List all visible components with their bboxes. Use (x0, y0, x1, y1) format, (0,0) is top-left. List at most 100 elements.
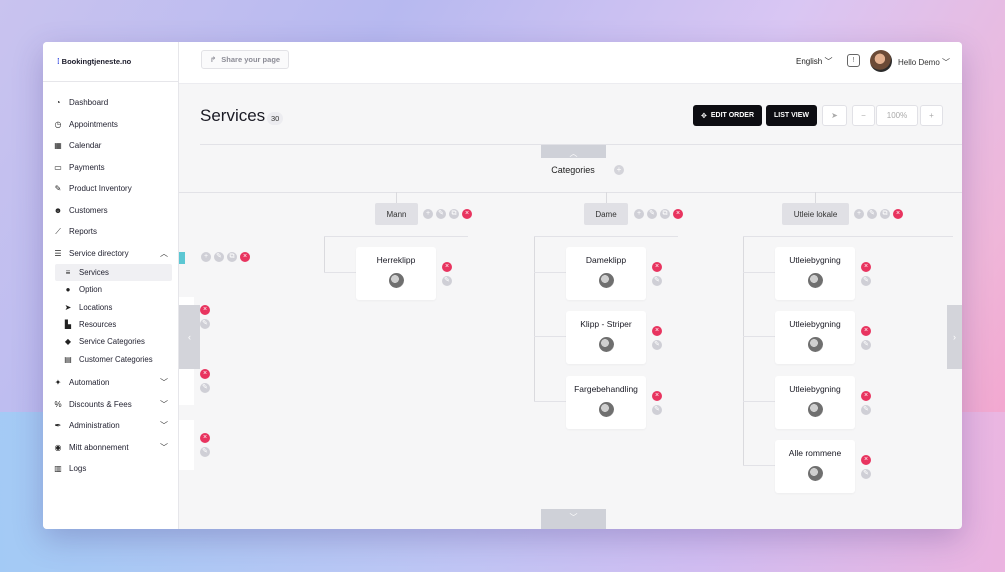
copy-icon[interactable]: ⧉ (449, 209, 459, 219)
delete-icon[interactable]: × (200, 305, 210, 315)
delete-icon[interactable]: × (652, 391, 662, 401)
sidebar-item-calendar[interactable]: ▦ Calendar (43, 135, 178, 157)
service-actions: × ✎ (861, 262, 871, 286)
add-category-icon[interactable]: + (614, 165, 624, 175)
sidebar-item-label: Customer Categories (79, 354, 153, 364)
service-card[interactable]: Dameklipp (566, 247, 646, 300)
service-thumbnail (598, 337, 614, 352)
sidebar-item-resources[interactable]: ▙ Resources (55, 316, 178, 333)
edit-order-button[interactable]: ✥ EDIT ORDER (693, 105, 762, 126)
list-view-button[interactable]: LIST VIEW (766, 105, 817, 126)
add-icon[interactable]: + (423, 209, 433, 219)
zoom-out-button[interactable]: − (852, 105, 875, 126)
scroll-right-button[interactable]: › (947, 305, 962, 369)
add-icon[interactable]: + (634, 209, 644, 219)
edit-icon[interactable]: ✎ (652, 405, 662, 415)
service-card[interactable]: Utleiebygning (775, 311, 855, 364)
service-card[interactable]: Fargebehandling (566, 376, 646, 429)
share-page-button[interactable]: ↱ Share your page (201, 50, 290, 69)
edit-icon[interactable]: ✎ (436, 209, 446, 219)
edit-icon[interactable]: ✎ (214, 252, 224, 262)
sidebar-item-reports[interactable]: ⟋ Reports (43, 221, 178, 243)
connector (743, 272, 775, 273)
copy-icon[interactable]: ⧉ (660, 209, 670, 219)
sidebar-item-service-directory[interactable]: ☰ Service directory ︿ (43, 243, 178, 265)
edit-icon[interactable]: ✎ (200, 383, 210, 393)
edit-icon[interactable]: ✎ (200, 319, 210, 329)
sidebar-item-logs[interactable]: ▥ Logs (43, 458, 178, 480)
collapse-down-button[interactable]: ﹀ (541, 509, 606, 529)
copy-icon[interactable]: ⧉ (227, 252, 237, 262)
zoom-level: 100% (876, 105, 918, 126)
delete-icon[interactable]: × (200, 433, 210, 443)
notification-icon[interactable]: ! (847, 54, 860, 67)
sidebar-item-discounts-fees[interactable]: % Discounts & Fees ﹀ (43, 393, 178, 415)
page-title: Services (200, 106, 266, 125)
delete-icon[interactable]: × (861, 455, 871, 465)
service-name: Klipp - Striper (580, 319, 632, 329)
service-thumbnail (598, 273, 614, 288)
sidebar-item-product-inventory[interactable]: ✎ Product Inventory (43, 178, 178, 200)
delete-icon[interactable]: × (240, 252, 250, 262)
sidebar-item-payments[interactable]: ▭ Payments (43, 157, 178, 179)
edit-icon[interactable]: ✎ (867, 209, 877, 219)
delete-icon[interactable]: × (652, 262, 662, 272)
sidebar-item-appointments[interactable]: ◷ Appointments (43, 114, 178, 136)
avatar[interactable] (870, 50, 892, 72)
user-menu[interactable]: Hello Demo ﹀ (898, 57, 950, 68)
partial-category-node[interactable] (179, 252, 185, 264)
sidebar-item-locations[interactable]: ➤ Locations (55, 299, 178, 316)
sidebar-item-services[interactable]: ≡ Services (55, 264, 172, 282)
delete-icon[interactable]: × (861, 391, 871, 401)
delete-icon[interactable]: × (893, 209, 903, 219)
delete-icon[interactable]: × (652, 326, 662, 336)
partial-service-card[interactable] (179, 420, 194, 470)
logo[interactable]: ⁞ Bookingtjeneste.no (43, 42, 178, 82)
tools-icon: ✎ (54, 184, 62, 194)
delete-icon[interactable]: × (200, 369, 210, 379)
add-icon[interactable]: + (201, 252, 211, 262)
language-select[interactable]: English ﹀ (796, 56, 832, 67)
edit-icon[interactable]: ✎ (861, 405, 871, 415)
edit-icon[interactable]: ✎ (442, 276, 452, 286)
sidebar-item-service-categories[interactable]: ◆ Service Categories (55, 333, 178, 350)
chevron-up-icon: ︿ (160, 248, 168, 258)
sidebar-item-option[interactable]: ● Option (55, 281, 178, 298)
service-card[interactable]: Klipp - Striper (566, 311, 646, 364)
delete-icon[interactable]: × (861, 262, 871, 272)
edit-icon[interactable]: ✎ (861, 276, 871, 286)
sidebar-item-mitt-abonnement[interactable]: ◉ Mitt abonnement ﹀ (43, 436, 178, 458)
add-icon[interactable]: + (854, 209, 864, 219)
edit-icon[interactable]: ✎ (647, 209, 657, 219)
delete-icon[interactable]: × (673, 209, 683, 219)
partial-service-card[interactable] (179, 365, 194, 405)
service-card[interactable]: Utleiebygning (775, 247, 855, 300)
sidebar-item-customer-categories[interactable]: ▤ Customer Categories (55, 350, 178, 367)
copy-icon[interactable]: ⧉ (880, 209, 890, 219)
service-name: Dameklipp (585, 255, 627, 265)
delete-icon[interactable]: × (442, 262, 452, 272)
topbar: ↱ Share your page English ﹀ ! Hello Demo… (179, 42, 962, 84)
service-card[interactable]: Herreklipp (356, 247, 436, 300)
sidebar-item-administration[interactable]: ✒ Administration ﹀ (43, 415, 178, 437)
service-card[interactable]: Utleiebygning (775, 376, 855, 429)
edit-icon[interactable]: ✎ (652, 276, 662, 286)
delete-icon[interactable]: × (861, 326, 871, 336)
gauge-icon: ◔ (55, 98, 61, 108)
clock-icon: ◷ (54, 119, 62, 129)
edit-icon[interactable]: ✎ (861, 469, 871, 479)
edit-icon[interactable]: ✎ (200, 447, 210, 457)
sidebar-item-automation[interactable]: ✦ Automation ﹀ (43, 372, 178, 394)
edit-icon[interactable]: ✎ (652, 340, 662, 350)
delete-icon[interactable]: × (462, 209, 472, 219)
sidebar-item-customers[interactable]: ☻ Customers (43, 200, 178, 222)
category-node-mann[interactable]: Mann (375, 203, 418, 225)
category-node-utleie-lokale[interactable]: Utleie lokale (782, 203, 849, 225)
category-node-dame[interactable]: Dame (584, 203, 628, 225)
service-card[interactable]: Alle rommene (775, 440, 855, 493)
edit-icon[interactable]: ✎ (861, 340, 871, 350)
scroll-left-button[interactable]: ‹ (179, 305, 200, 369)
recenter-button[interactable]: ➤ (822, 105, 847, 126)
sidebar-item-dashboard[interactable]: ◔ Dashboard (43, 92, 178, 114)
zoom-in-button[interactable]: + (920, 105, 943, 126)
